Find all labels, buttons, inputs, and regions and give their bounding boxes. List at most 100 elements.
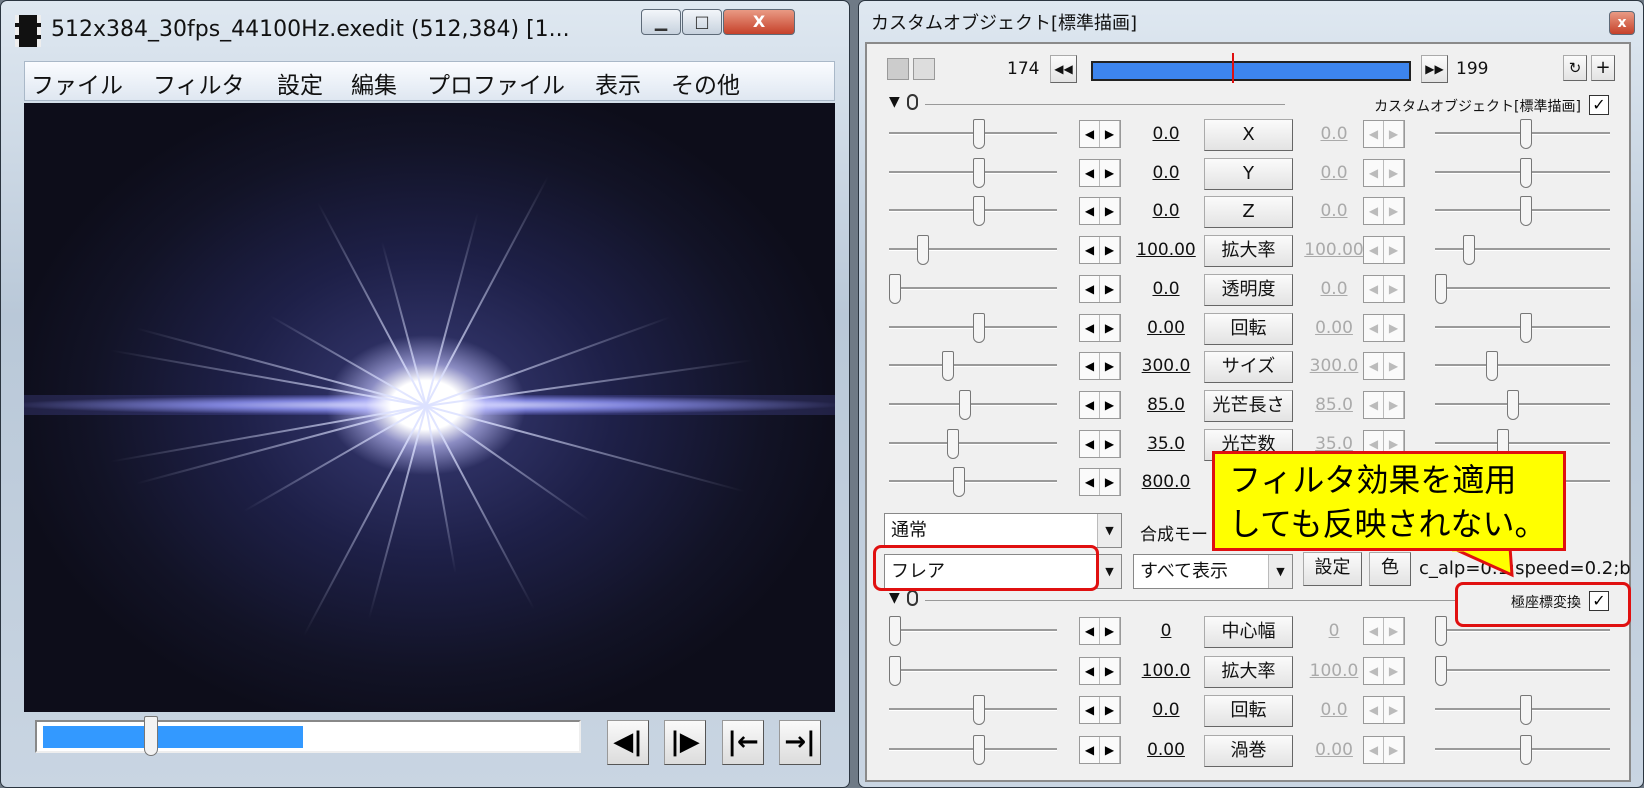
- param-name-button[interactable]: 拡大率: [1204, 235, 1293, 268]
- increment-icon[interactable]: ▶: [1100, 430, 1120, 457]
- param-name-button[interactable]: 渦巻: [1204, 735, 1293, 768]
- start-value[interactable]: 300.0: [1133, 356, 1199, 376]
- view-select[interactable]: すべて表示 ▼: [1133, 554, 1293, 589]
- slider-thumb[interactable]: [917, 235, 930, 266]
- start-stepper[interactable]: ◀ ▶: [1079, 313, 1121, 342]
- menu-file[interactable]: ファイル: [31, 66, 123, 100]
- start-value[interactable]: 800.0: [1133, 472, 1199, 492]
- start-value[interactable]: 0: [1133, 621, 1199, 641]
- slider-thumb[interactable]: [973, 119, 986, 149]
- slider-thumb[interactable]: [942, 351, 955, 382]
- decrement-icon[interactable]: ◀: [1080, 737, 1100, 764]
- param-name-button[interactable]: Z: [1204, 196, 1293, 229]
- increment-icon[interactable]: ▶: [1100, 198, 1120, 225]
- end-slider[interactable]: [1435, 389, 1610, 420]
- start-slider[interactable]: [889, 389, 1057, 420]
- param-name-button[interactable]: 光芒長さ: [1204, 389, 1293, 422]
- end-slider[interactable]: [1435, 235, 1610, 266]
- decrement-icon[interactable]: ◀: [1080, 618, 1100, 644]
- menu-view[interactable]: 表示: [595, 66, 641, 100]
- increment-icon[interactable]: ▶: [1100, 275, 1120, 302]
- param-name-button[interactable]: 中心幅: [1204, 616, 1293, 648]
- slider-thumb[interactable]: [1462, 235, 1475, 266]
- next-frame-button[interactable]: |▶: [664, 720, 706, 765]
- slider-thumb[interactable]: [1435, 273, 1447, 304]
- param-name-button[interactable]: 透明度: [1204, 273, 1293, 306]
- start-slider[interactable]: [889, 196, 1057, 227]
- param-name-button[interactable]: 回転: [1204, 312, 1293, 345]
- end-slider[interactable]: [1435, 119, 1610, 149]
- param-name-button[interactable]: サイズ: [1204, 351, 1293, 384]
- collapse-triangle-icon[interactable]: ▼: [889, 94, 900, 110]
- slider-thumb[interactable]: [889, 655, 901, 686]
- object-section-checkbox[interactable]: ✓: [1589, 95, 1609, 115]
- end-slider[interactable]: [1435, 312, 1610, 343]
- end-slider[interactable]: [1435, 196, 1610, 227]
- param-name-button[interactable]: 回転: [1204, 695, 1293, 728]
- start-slider[interactable]: [889, 157, 1057, 188]
- add-filter-button[interactable]: +: [1591, 55, 1615, 81]
- start-slider[interactable]: [889, 735, 1057, 766]
- param-name-button[interactable]: 拡大率: [1204, 655, 1293, 688]
- start-slider[interactable]: [889, 235, 1057, 266]
- collapse-triangle-icon[interactable]: ▼: [889, 590, 900, 606]
- param-name-button[interactable]: X: [1204, 119, 1293, 151]
- slider-thumb[interactable]: [1506, 389, 1519, 420]
- maximize-button[interactable]: □: [682, 9, 722, 35]
- slider-thumb[interactable]: [959, 389, 972, 420]
- slider-thumb[interactable]: [1519, 196, 1532, 227]
- prev-frame-button[interactable]: ◀|: [607, 720, 649, 765]
- timeline-cursor[interactable]: [1232, 53, 1235, 83]
- decrement-icon[interactable]: ◀: [1080, 198, 1100, 225]
- go-start-button[interactable]: |←: [722, 720, 764, 765]
- start-stepper[interactable]: ◀ ▶: [1079, 274, 1121, 303]
- decrement-icon[interactable]: ◀: [1080, 159, 1100, 186]
- slider-thumb[interactable]: [1519, 312, 1532, 343]
- start-slider[interactable]: [889, 119, 1057, 149]
- panel-close-button[interactable]: x: [1609, 11, 1635, 35]
- decrement-icon[interactable]: ◀: [1080, 275, 1100, 302]
- decrement-icon[interactable]: ◀: [1080, 121, 1100, 147]
- decrement-icon[interactable]: ◀: [1080, 469, 1100, 496]
- slider-thumb[interactable]: [973, 196, 986, 227]
- decrement-icon[interactable]: ◀: [1080, 237, 1100, 264]
- go-end-button[interactable]: →|: [779, 720, 821, 765]
- end-slider[interactable]: [1435, 655, 1610, 686]
- slider-thumb[interactable]: [973, 735, 986, 766]
- start-slider[interactable]: [889, 273, 1057, 304]
- start-stepper[interactable]: ◀ ▶: [1079, 617, 1121, 645]
- start-stepper[interactable]: ◀ ▶: [1079, 429, 1121, 458]
- start-value[interactable]: 100.00: [1133, 240, 1199, 260]
- slider-thumb[interactable]: [1435, 655, 1447, 686]
- increment-icon[interactable]: ▶: [1100, 618, 1120, 644]
- start-stepper[interactable]: ◀ ▶: [1079, 696, 1121, 725]
- increment-icon[interactable]: ▶: [1100, 697, 1120, 724]
- end-slider[interactable]: [1435, 695, 1610, 726]
- slider-thumb[interactable]: [1485, 351, 1498, 382]
- minimize-button[interactable]: ▁: [641, 9, 681, 35]
- slider-thumb[interactable]: [889, 616, 901, 646]
- start-value[interactable]: 0.0: [1133, 279, 1199, 299]
- decrement-icon[interactable]: ◀: [1080, 314, 1100, 341]
- increment-icon[interactable]: ▶: [1100, 737, 1120, 764]
- color-button[interactable]: 色: [1369, 552, 1411, 586]
- start-value[interactable]: 35.0: [1133, 434, 1199, 454]
- slider-thumb[interactable]: [1435, 616, 1447, 646]
- start-stepper[interactable]: ◀ ▶: [1079, 236, 1121, 265]
- timeline-bar[interactable]: [1091, 53, 1411, 83]
- start-slider[interactable]: [889, 616, 1057, 646]
- sync-button[interactable]: ↻: [1563, 55, 1587, 81]
- increment-icon[interactable]: ▶: [1100, 159, 1120, 186]
- start-slider[interactable]: [889, 655, 1057, 686]
- decrement-icon[interactable]: ◀: [1080, 353, 1100, 380]
- slider-thumb[interactable]: [889, 273, 901, 304]
- start-stepper[interactable]: ◀ ▶: [1079, 390, 1121, 419]
- filter-settings-button[interactable]: 設定: [1303, 552, 1362, 586]
- slider-thumb[interactable]: [952, 467, 965, 498]
- slider-thumb[interactable]: [973, 695, 986, 726]
- start-stepper[interactable]: ◀ ▶: [1079, 736, 1121, 765]
- menu-other[interactable]: その他: [671, 66, 740, 100]
- increment-icon[interactable]: ▶: [1100, 314, 1120, 341]
- timeline-next-button[interactable]: ▶▶: [1421, 55, 1448, 83]
- start-stepper[interactable]: ◀ ▶: [1079, 352, 1121, 381]
